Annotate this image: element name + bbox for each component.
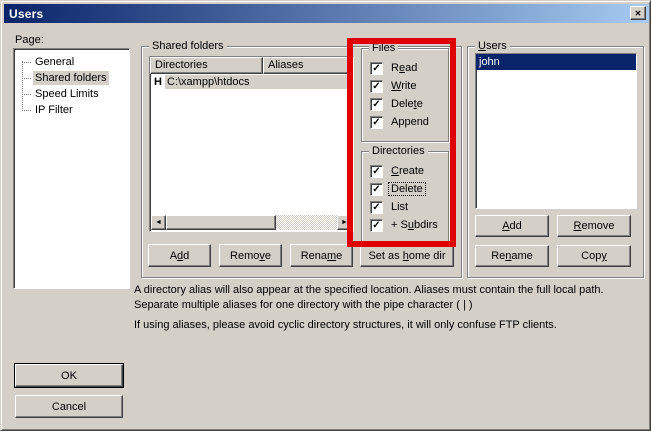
table-row[interactable]: H C:\xampp\htdocs bbox=[150, 74, 353, 90]
files-permissions-group: Files ✓ Read ✓ Write ✓ Delete ✓ Append bbox=[361, 48, 449, 142]
checkbox-label: + Subdirs bbox=[389, 219, 440, 231]
tree-connector bbox=[22, 62, 31, 63]
checkbox-label: Delete bbox=[389, 98, 425, 110]
checkbox-create[interactable]: ✓ Create bbox=[362, 162, 448, 180]
directory-path: C:\xampp\htdocs bbox=[165, 75, 353, 89]
checkbox-checked-icon[interactable]: ✓ bbox=[370, 183, 383, 196]
page-tree: General Shared folders Speed Limits IP F… bbox=[14, 49, 129, 118]
checkbox-label: Read bbox=[389, 62, 419, 74]
scrollbar-thumb[interactable] bbox=[166, 215, 276, 230]
checkbox-checked-icon[interactable]: ✓ bbox=[370, 62, 383, 75]
checkbox-checked-icon[interactable]: ✓ bbox=[370, 219, 383, 232]
rename-directory-button[interactable]: Rename bbox=[290, 244, 353, 267]
shared-folders-group-label: Shared folders bbox=[149, 40, 227, 52]
user-list-item-selected[interactable]: john bbox=[476, 54, 636, 70]
remove-user-button[interactable]: Remove bbox=[557, 215, 631, 237]
checkbox-delete-dir[interactable]: ✓ Delete bbox=[362, 180, 448, 198]
checkbox-append[interactable]: ✓ Append bbox=[362, 113, 448, 131]
tree-connector bbox=[22, 94, 31, 95]
directories-group-label: Directories bbox=[369, 145, 428, 157]
button-label: Add bbox=[502, 220, 522, 232]
page-item-ip-filter[interactable]: IP Filter bbox=[14, 102, 129, 118]
users-listbox: john bbox=[475, 53, 637, 209]
cancel-button[interactable]: Cancel bbox=[15, 395, 123, 418]
checkbox-label-focused: Delete bbox=[389, 183, 425, 195]
directories-permissions-group: Directories ✓ Create ✓ Delete ✓ List ✓ +… bbox=[361, 151, 449, 245]
check-glyph: ✓ bbox=[372, 117, 380, 128]
check-glyph: ✓ bbox=[372, 184, 380, 195]
page-item-shared-folders[interactable]: Shared folders bbox=[14, 70, 129, 86]
alias-info-text: A directory alias will also appear at th… bbox=[134, 283, 646, 313]
scroll-left-button[interactable]: ◄ bbox=[151, 215, 166, 230]
close-icon: ✕ bbox=[635, 9, 642, 18]
column-header-aliases[interactable]: Aliases bbox=[263, 57, 353, 74]
page-item-label: IP Filter bbox=[33, 103, 75, 117]
scroll-left-icon: ◄ bbox=[155, 219, 162, 226]
set-as-home-dir-button[interactable]: Set as home dir bbox=[360, 244, 454, 267]
page-listbox: General Shared folders Speed Limits IP F… bbox=[13, 48, 130, 289]
checkbox-subdirs[interactable]: ✓ + Subdirs bbox=[362, 216, 448, 234]
column-header-directories[interactable]: Directories bbox=[150, 57, 263, 74]
button-label: Add bbox=[170, 250, 190, 262]
checkbox-checked-icon[interactable]: ✓ bbox=[370, 201, 383, 214]
tree-connector bbox=[22, 110, 31, 111]
checkbox-checked-icon[interactable]: ✓ bbox=[370, 116, 383, 129]
checkbox-checked-icon[interactable]: ✓ bbox=[370, 98, 383, 111]
checkbox-label: Create bbox=[389, 165, 426, 177]
check-glyph: ✓ bbox=[372, 220, 380, 231]
scrollbar-track[interactable] bbox=[276, 215, 337, 230]
window-title: Users bbox=[9, 7, 43, 21]
add-directory-button[interactable]: Add bbox=[148, 244, 211, 267]
users-group-label: Users bbox=[475, 40, 510, 52]
add-user-button[interactable]: Add bbox=[475, 215, 549, 237]
horizontal-scrollbar[interactable]: ◄ ► bbox=[151, 215, 352, 230]
ok-button[interactable]: OK bbox=[15, 364, 123, 387]
check-glyph: ✓ bbox=[372, 63, 380, 74]
checkbox-label: List bbox=[389, 201, 410, 213]
checkbox-label: Append bbox=[389, 116, 431, 128]
remove-directory-button[interactable]: Remove bbox=[219, 244, 282, 267]
checkbox-read[interactable]: ✓ Read bbox=[362, 59, 448, 77]
page-item-label: Shared folders bbox=[33, 71, 109, 85]
checkbox-write[interactable]: ✓ Write bbox=[362, 77, 448, 95]
tree-connector bbox=[22, 78, 31, 79]
page-item-general[interactable]: General bbox=[14, 54, 129, 70]
files-group-label: Files bbox=[369, 42, 398, 54]
checkbox-delete-file[interactable]: ✓ Delete bbox=[362, 95, 448, 113]
scroll-right-button[interactable]: ► bbox=[337, 215, 352, 230]
button-label: Remove bbox=[574, 220, 615, 232]
close-button[interactable]: ✕ bbox=[630, 6, 646, 20]
checkbox-label: Write bbox=[389, 80, 418, 92]
page-item-label: Speed Limits bbox=[33, 87, 101, 101]
checkbox-list[interactable]: ✓ List bbox=[362, 198, 448, 216]
check-glyph: ✓ bbox=[372, 202, 380, 213]
button-label: Copy bbox=[581, 250, 607, 262]
check-glyph: ✓ bbox=[372, 99, 380, 110]
page-item-speed-limits[interactable]: Speed Limits bbox=[14, 86, 129, 102]
button-label: Rename bbox=[491, 250, 533, 262]
check-glyph: ✓ bbox=[372, 166, 380, 177]
page-label: Page: bbox=[15, 34, 44, 46]
directories-table: Directories Aliases H C:\xampp\htdocs ◄ … bbox=[149, 56, 354, 232]
cyclic-warning-text: If using aliases, please avoid cyclic di… bbox=[134, 318, 646, 333]
check-glyph: ✓ bbox=[372, 81, 380, 92]
rename-user-button[interactable]: Rename bbox=[475, 245, 549, 267]
button-label: Remove bbox=[230, 250, 271, 262]
users-dialog: Users ✕ Page: General Shared folders Spe… bbox=[0, 0, 651, 431]
copy-user-button[interactable]: Copy bbox=[557, 245, 631, 267]
home-marker: H bbox=[150, 76, 165, 88]
button-label: Rename bbox=[301, 250, 343, 262]
directories-table-header: Directories Aliases bbox=[150, 57, 353, 74]
title-bar: Users ✕ bbox=[4, 4, 649, 23]
button-label: Set as home dir bbox=[368, 250, 445, 262]
page-item-label: General bbox=[33, 55, 76, 69]
scroll-right-icon: ► bbox=[341, 219, 348, 226]
checkbox-checked-icon[interactable]: ✓ bbox=[370, 80, 383, 93]
checkbox-checked-icon[interactable]: ✓ bbox=[370, 165, 383, 178]
